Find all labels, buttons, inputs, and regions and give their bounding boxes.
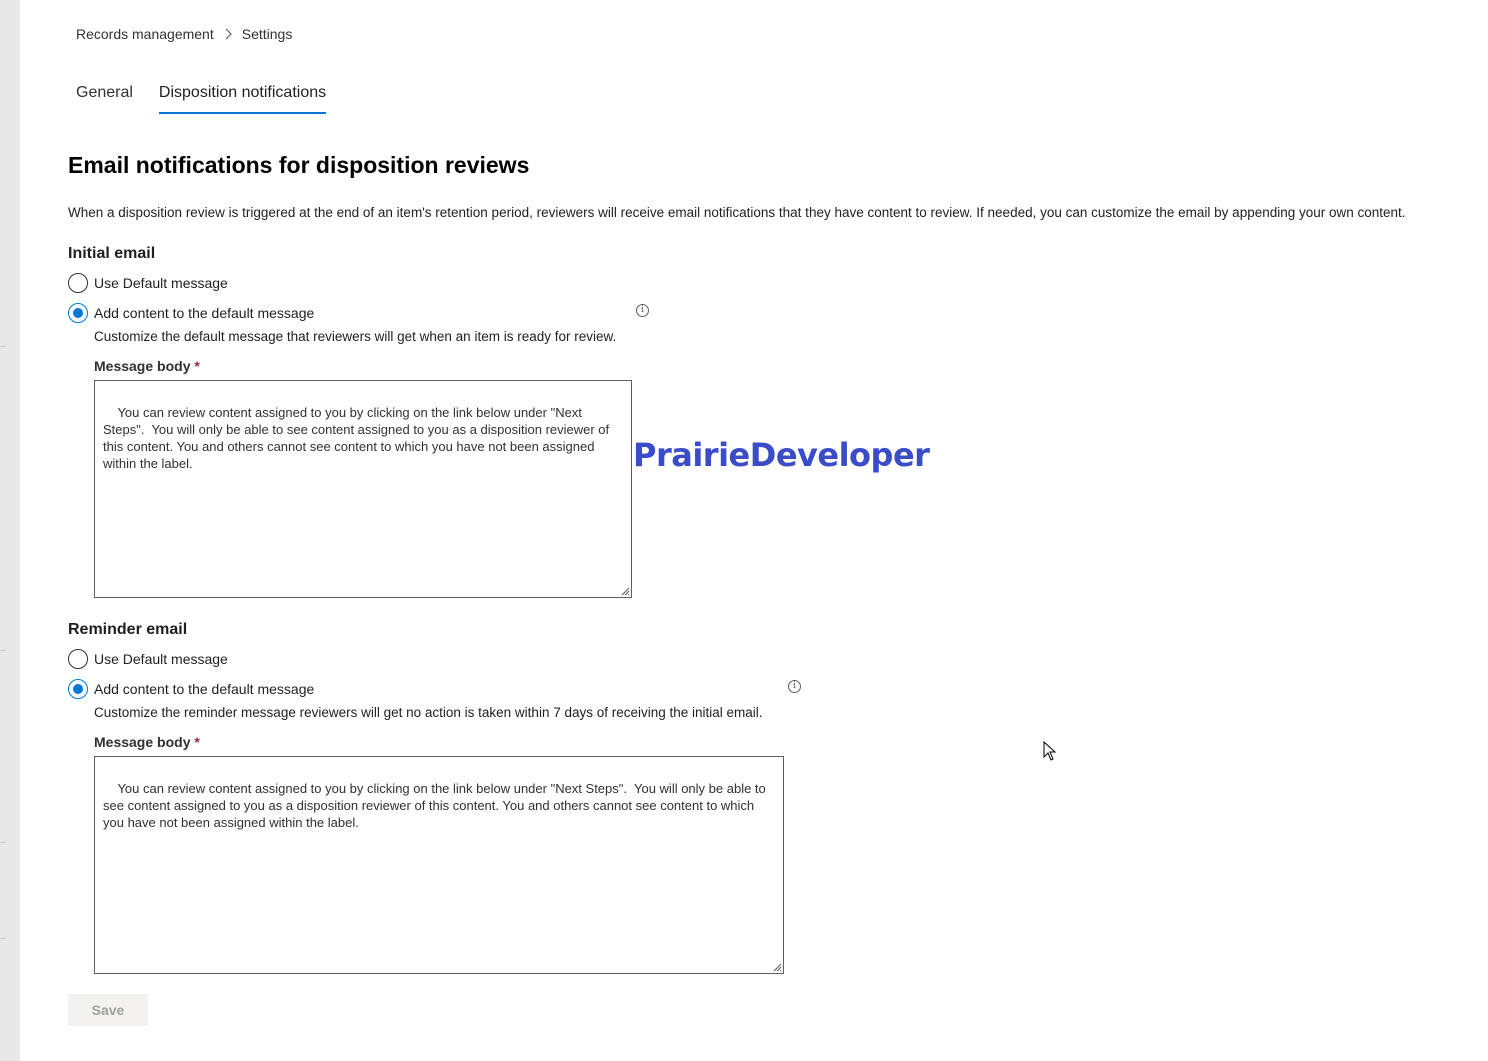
resize-handle-icon[interactable] (621, 587, 630, 596)
resize-handle-icon[interactable] (773, 963, 782, 972)
breadcrumb: Records management Settings (76, 26, 292, 42)
reminder-message-body-label: Message body * (94, 734, 200, 750)
textarea-value: You can review content assigned to you b… (103, 781, 770, 830)
page-description: When a disposition review is triggered a… (68, 205, 1406, 220)
tab-disposition-notifications[interactable]: Disposition notifications (158, 84, 327, 114)
left-navigation-rail (0, 0, 20, 1061)
mouse-pointer-icon (1043, 741, 1057, 761)
radio-unchecked-icon[interactable] (68, 273, 88, 293)
breadcrumb-item-records-management[interactable]: Records management (76, 26, 214, 42)
radio-label: Add content to the default message (94, 681, 315, 697)
radio-label: Use Default message (94, 275, 228, 291)
tab-list: General Disposition notifications (76, 84, 352, 114)
initial-use-default-radio[interactable]: Use Default message (68, 273, 228, 293)
initial-email-heading: Initial email (68, 245, 156, 262)
radio-unchecked-icon[interactable] (68, 649, 88, 669)
field-label-text: Message body (94, 734, 191, 750)
reminder-message-body-textarea[interactable]: You can review content assigned to you b… (94, 756, 784, 974)
rail-divider (0, 938, 6, 939)
reminder-email-heading: Reminder email (68, 621, 188, 638)
radio-checked-icon[interactable] (68, 303, 88, 323)
rail-divider (0, 650, 6, 651)
breadcrumb-item-settings: Settings (241, 26, 293, 42)
rail-divider (0, 346, 6, 347)
reminder-use-default-radio[interactable]: Use Default message (68, 649, 228, 669)
save-button[interactable]: Save (68, 994, 148, 1026)
rail-divider (0, 842, 6, 843)
required-indicator: * (194, 734, 200, 750)
initial-email-help-text: Customize the default message that revie… (94, 329, 617, 344)
info-icon[interactable]: i (788, 680, 801, 693)
initial-message-body-label: Message body * (94, 358, 200, 374)
textarea-value: You can review content assigned to you b… (103, 405, 613, 471)
main-content: Records management Settings General Disp… (20, 0, 1488, 1061)
initial-message-body-textarea[interactable]: You can review content assigned to you b… (94, 380, 632, 598)
reminder-add-content-radio[interactable]: Add content to the default message (68, 679, 314, 699)
tab-general[interactable]: General (76, 84, 133, 114)
page-title: Email notifications for disposition revi… (68, 152, 530, 178)
radio-checked-icon[interactable] (68, 679, 88, 699)
radio-label: Use Default message (94, 651, 228, 667)
field-label-text: Message body (94, 358, 191, 374)
chevron-right-icon (224, 28, 232, 40)
required-indicator: * (194, 358, 200, 374)
watermark-text: PrairieDeveloper (633, 436, 930, 474)
radio-label: Add content to the default message (94, 305, 315, 321)
info-icon[interactable]: i (636, 304, 649, 317)
reminder-email-help-text: Customize the reminder message reviewers… (94, 705, 763, 720)
initial-add-content-radio[interactable]: Add content to the default message (68, 303, 314, 323)
